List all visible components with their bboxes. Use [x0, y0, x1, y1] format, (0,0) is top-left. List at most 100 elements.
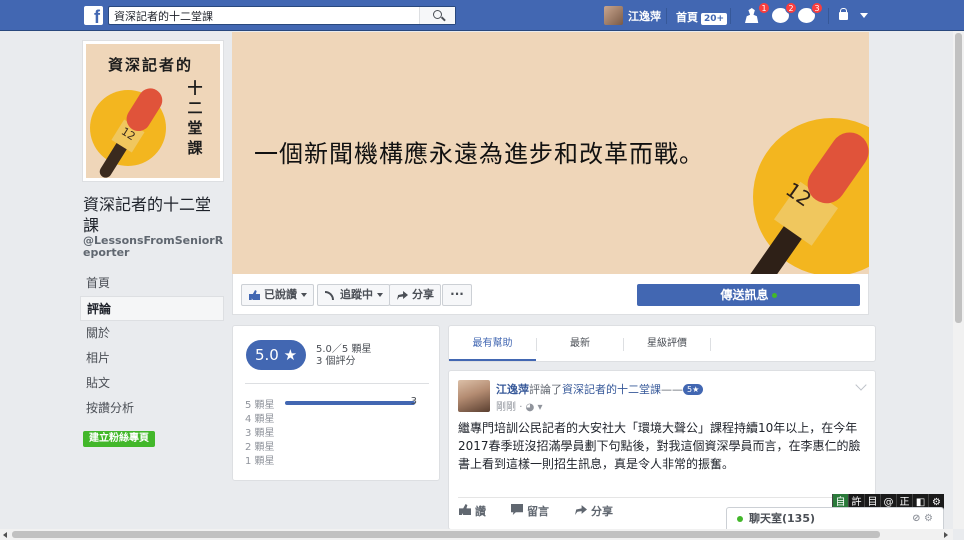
review-sort-tabs: 最有幫助 最新 星級評價	[448, 325, 876, 362]
page-handle[interactable]: @LessonsFromSeniorReporter	[83, 235, 225, 259]
post-author-link[interactable]: 江逸萍	[496, 383, 529, 396]
share-arrow-icon	[397, 291, 408, 300]
chat-label: 聊天室(135)	[749, 512, 816, 525]
tab-most-recent[interactable]: 最新	[537, 326, 623, 361]
cover-photo[interactable]: 一個新聞機構應永遠為進步和改革而戰。 12	[232, 32, 869, 274]
liked-button[interactable]: 已說讚	[241, 284, 314, 306]
rating-row-5[interactable]: 5 顆星 3	[245, 396, 429, 411]
rating-summary: 5.0／5 顆星 3 個評分	[316, 344, 371, 368]
rating-bar-fill	[285, 401, 415, 405]
rating-row-count: 3	[410, 396, 417, 407]
messages-badge: 2	[785, 2, 797, 14]
online-status-icon	[771, 293, 777, 298]
divider	[730, 8, 731, 24]
share-post-button[interactable]: 分享	[575, 503, 613, 519]
chevron-down-icon	[377, 293, 383, 297]
share-post-label: 分享	[591, 505, 613, 518]
notifications-button[interactable]: 3	[797, 2, 823, 25]
scrollbar-thumb[interactable]	[12, 531, 880, 538]
page-name[interactable]: 資深記者的十二堂課	[83, 194, 225, 236]
avatar	[604, 6, 623, 25]
post-page-link[interactable]: 資深記者的十二堂課	[562, 383, 661, 396]
rating-row-4[interactable]: 4 顆星	[245, 410, 429, 425]
create-page-button[interactable]: 建立粉絲專頁	[83, 431, 155, 447]
review-post: 江逸萍評論了資深記者的十二堂課—— 5★ 剛剛 · ◕ ▾ 繼專門培訓公民記者的大…	[448, 370, 876, 530]
send-message-label: 傳送訊息	[720, 288, 769, 302]
chevron-down-icon	[301, 293, 307, 297]
comment-button[interactable]: 留言	[511, 503, 549, 519]
tab-most-helpful[interactable]: 最有幫助	[449, 326, 536, 361]
comment-label: 留言	[527, 505, 549, 518]
like-button[interactable]: 讚	[459, 503, 486, 519]
home-link[interactable]: 首頁 20+	[676, 9, 728, 25]
star-rating-badge: 5★	[683, 384, 704, 395]
divider	[458, 497, 866, 498]
sidebar-item-reviews[interactable]: 評論	[80, 296, 224, 321]
page-profile-picture[interactable]: 資深記者的 十二堂課 12	[82, 40, 224, 182]
rating-summary-card: 5.0 ★ 5.0／5 顆星 3 個評分 5 顆星 3 4 顆星 3 顆星 2 …	[232, 325, 440, 481]
post-body-text: 繼專門培訓公民記者的大安社大「環境大聲公」課程持續10年以上，在今年2017春季…	[458, 421, 861, 471]
sidebar-item-insights[interactable]: 按讚分析	[80, 396, 224, 421]
page-action-bar: 已說讚 追蹤中 分享 ··· 傳送訊息	[232, 274, 869, 315]
rating-row-2[interactable]: 2 顆星	[245, 438, 429, 453]
microphone-icon: 12	[99, 88, 163, 178]
rating-bar	[285, 401, 415, 405]
sidebar-item-photos[interactable]: 相片	[80, 346, 224, 371]
sidebar-item-home[interactable]: 首頁	[80, 271, 224, 296]
chat-sidebar-tab[interactable]: 聊天室(135) ⊘ ⚙	[726, 507, 944, 529]
cover-microphone-icon: 12	[745, 132, 869, 274]
divider	[710, 338, 711, 351]
sidebar-item-posts[interactable]: 貼文	[80, 371, 224, 396]
rating-count-text: 3 個評分	[316, 356, 356, 367]
more-options-button[interactable]: ···	[442, 284, 472, 306]
share-label: 分享	[412, 288, 434, 301]
rating-row-1[interactable]: 1 顆星	[245, 452, 429, 467]
avatar[interactable]	[458, 380, 490, 412]
audience-icon[interactable]: · ◕ ▾	[519, 402, 542, 413]
post-dash: ——	[661, 383, 683, 396]
like-label: 讚	[475, 505, 486, 518]
divider	[666, 8, 667, 24]
following-label: 追蹤中	[340, 288, 373, 301]
page-logo: 資深記者的 十二堂課 12	[86, 44, 220, 178]
post-time-text[interactable]: 剛剛	[496, 402, 516, 413]
rating-row-3[interactable]: 3 顆星	[245, 424, 429, 439]
liked-label: 已說讚	[264, 288, 297, 301]
horizontal-scrollbar[interactable]	[0, 529, 953, 540]
rating-average-text: 5.0／5 顆星	[316, 344, 372, 355]
sidebar-nav: 首頁 評論 關於 相片 貼文 按讚分析	[80, 271, 224, 421]
scroll-right-icon[interactable]	[944, 532, 948, 538]
rss-icon	[325, 291, 334, 300]
thumbs-up-icon	[459, 504, 471, 515]
home-label: 首頁	[676, 11, 698, 24]
divider	[245, 383, 429, 384]
following-button[interactable]: 追蹤中	[317, 284, 390, 306]
share-button[interactable]: 分享	[389, 284, 441, 306]
chat-tools-icons[interactable]: ⊘ ⚙	[912, 508, 933, 530]
profile-link[interactable]: 江逸萍	[604, 6, 661, 25]
rating-row-label: 1 顆星	[245, 456, 275, 467]
messages-button[interactable]: 2	[771, 2, 797, 25]
search-button[interactable]	[419, 7, 455, 24]
tab-star-rating[interactable]: 星級評價	[624, 326, 710, 361]
rating-score-badge: 5.0 ★	[246, 340, 306, 370]
friend-requests-badge: 1	[758, 2, 770, 14]
divider	[828, 8, 829, 24]
post-header: 江逸萍評論了資深記者的十二堂課—— 5★	[496, 381, 704, 397]
facebook-logo-icon[interactable]: f	[84, 6, 103, 25]
search-icon	[433, 10, 442, 19]
scroll-left-icon[interactable]	[3, 532, 7, 538]
privacy-shortcuts-icon[interactable]	[839, 8, 848, 20]
chevron-down-icon[interactable]	[855, 379, 867, 391]
sidebar-item-about[interactable]: 關於	[80, 321, 224, 346]
user-name: 江逸萍	[628, 9, 661, 23]
search-input[interactable]	[109, 7, 419, 24]
post-verb: 評論了	[529, 383, 562, 396]
friend-requests-button[interactable]: 1	[744, 2, 770, 25]
account-menu-icon[interactable]	[860, 13, 868, 18]
post-timestamp: 剛剛 · ◕ ▾	[496, 398, 542, 413]
send-message-button[interactable]: 傳送訊息	[637, 284, 860, 306]
search-box	[108, 6, 456, 25]
scrollbar-thumb[interactable]	[955, 33, 962, 323]
vertical-scrollbar[interactable]	[953, 31, 964, 529]
